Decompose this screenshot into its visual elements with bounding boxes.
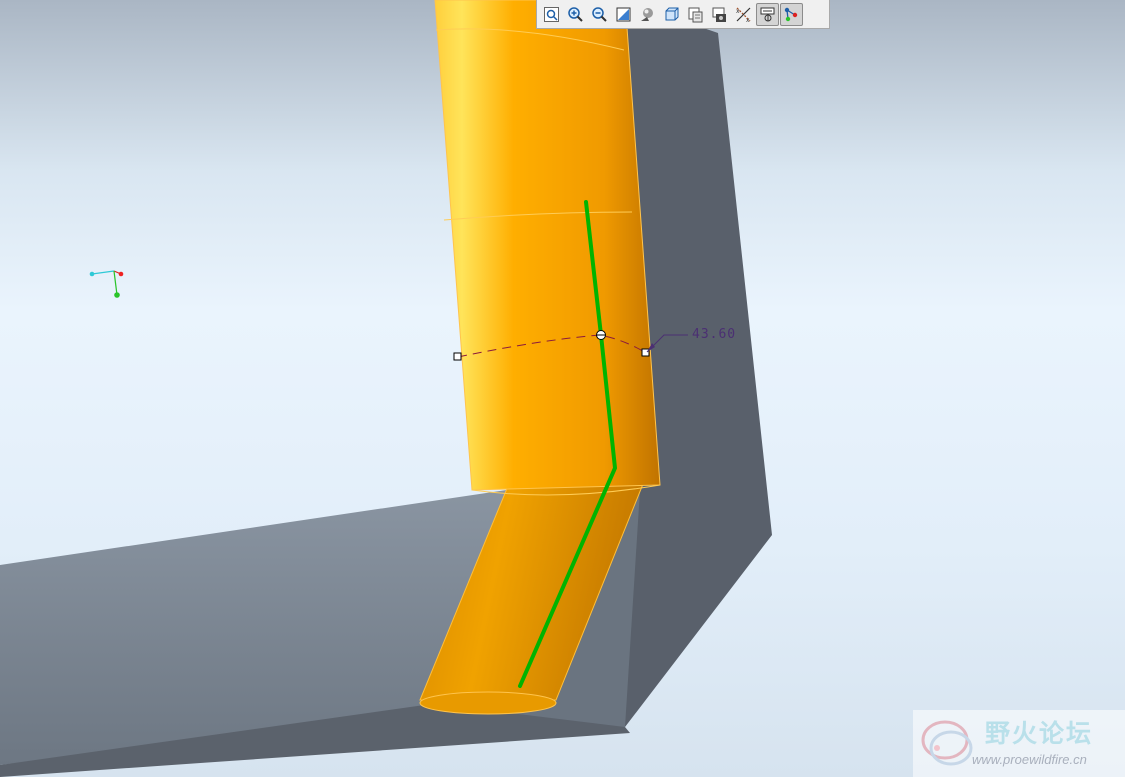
refit-button[interactable] [540, 3, 563, 26]
layers-icon [688, 7, 703, 22]
saved-views-icon [665, 7, 679, 20]
zoom-in-button[interactable] [564, 3, 587, 26]
graphics-viewport[interactable]: 43.60 [0, 0, 1125, 777]
datum-display-icon: xx [736, 7, 751, 23]
saved-views-button[interactable] [660, 3, 683, 26]
view-toolbar: xx [536, 0, 830, 29]
spin-center-icon [784, 7, 798, 21]
watermark-url: www.proewildfire.cn [972, 752, 1087, 767]
svg-text:x: x [736, 8, 740, 15]
view-manager-button[interactable] [708, 3, 731, 26]
dimension-value[interactable]: 43.60 [692, 327, 736, 342]
watermark-title: 野火论坛 [985, 719, 1094, 748]
pipe-upper-segment[interactable] [434, 0, 661, 491]
zoom-in-icon [568, 6, 583, 22]
forum-watermark: 野火论坛 www.proewildfire.cn [913, 710, 1125, 777]
model-scene[interactable] [0, 0, 1125, 777]
dimension-handle-right[interactable] [641, 348, 650, 357]
view-manager-icon [712, 7, 726, 22]
zoom-out-button[interactable] [588, 3, 611, 26]
annotation-display-icon [760, 7, 775, 21]
svg-text:x: x [746, 17, 750, 23]
dimension-handle-left[interactable] [453, 352, 462, 361]
watermark-logo-icon [921, 720, 973, 766]
repaint-button[interactable] [612, 3, 635, 26]
shading-button[interactable] [636, 3, 659, 26]
shading-icon [641, 7, 653, 21]
spin-center-button[interactable] [780, 2, 803, 26]
repaint-icon [616, 7, 631, 21]
coordinate-triad-icon [89, 270, 124, 298]
pipe-lower-end [419, 691, 557, 715]
annotation-display-button[interactable] [756, 2, 779, 26]
layers-button[interactable] [684, 3, 707, 26]
datum-display-button[interactable]: xx [732, 3, 755, 26]
zoom-out-icon [592, 6, 607, 22]
refit-icon [544, 6, 559, 22]
